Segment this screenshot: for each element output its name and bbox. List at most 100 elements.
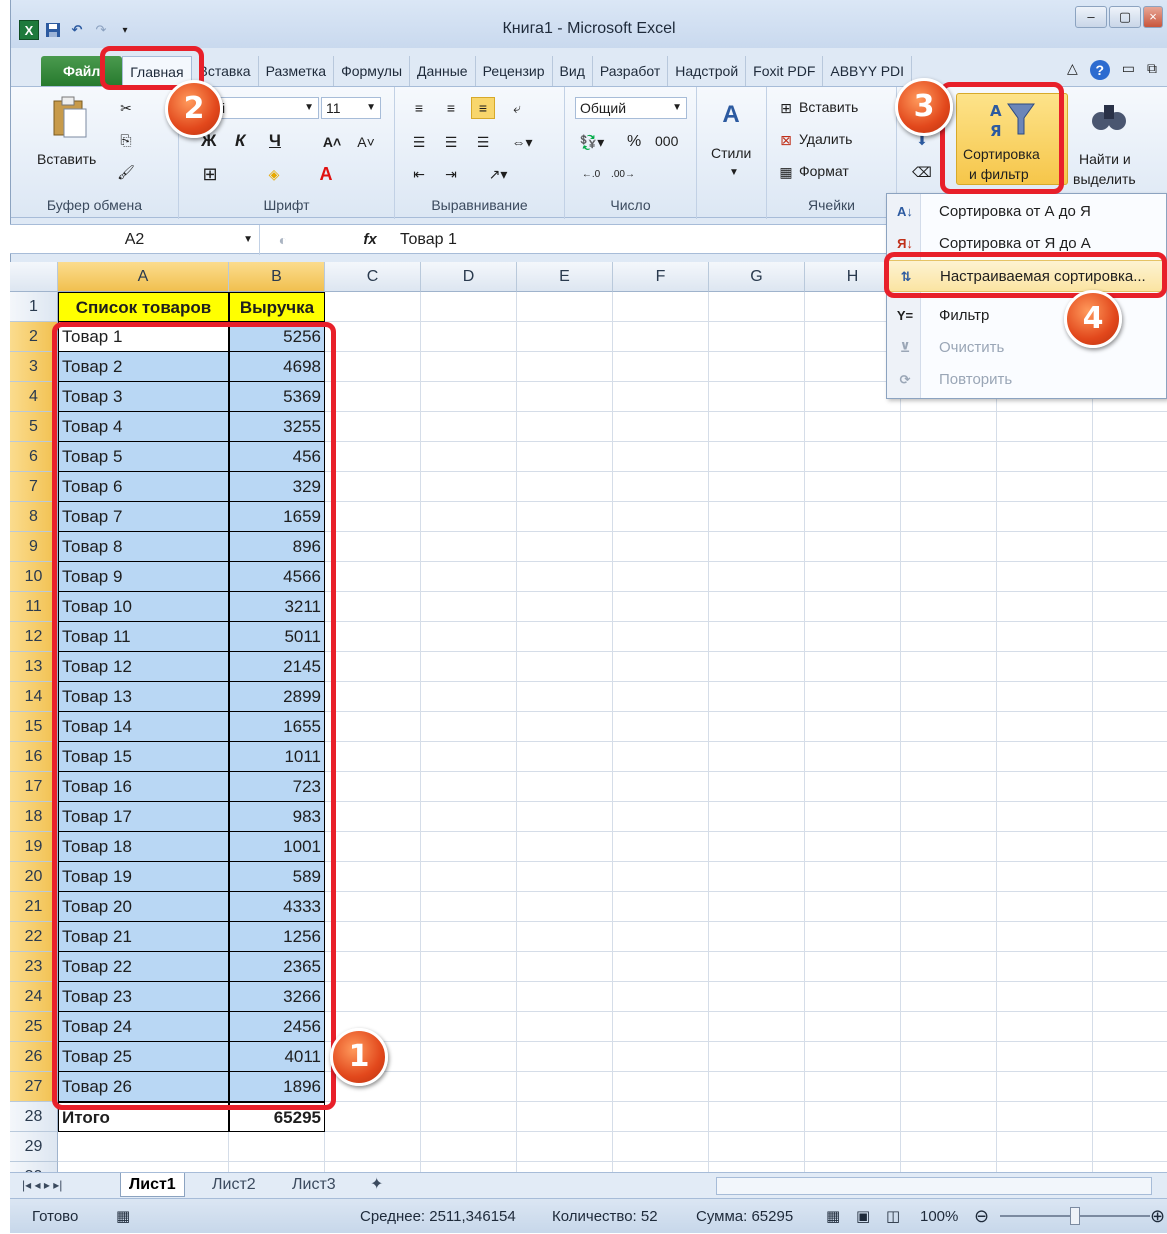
header-cell-a[interactable]: Список товаров bbox=[58, 292, 229, 322]
grid-cell[interactable] bbox=[421, 1042, 517, 1072]
number-format-combo[interactable]: Общий ▼ bbox=[575, 97, 687, 119]
grid-cell[interactable] bbox=[517, 862, 613, 892]
grid-cell[interactable] bbox=[1093, 532, 1167, 562]
tab-formulas[interactable]: Формулы bbox=[334, 56, 411, 86]
row-header[interactable]: 25 bbox=[10, 1012, 58, 1042]
page-layout-view-icon[interactable]: ▣ bbox=[856, 1199, 870, 1234]
grid-cell[interactable] bbox=[421, 472, 517, 502]
align-top-icon[interactable]: ≡ bbox=[407, 97, 431, 119]
grid-cell[interactable] bbox=[1093, 1102, 1167, 1132]
grid-cell[interactable] bbox=[613, 1042, 709, 1072]
grid-cell[interactable] bbox=[901, 832, 997, 862]
grid-cell[interactable] bbox=[901, 1132, 997, 1162]
grid-cell[interactable] bbox=[901, 982, 997, 1012]
grid-cell[interactable] bbox=[709, 892, 805, 922]
zoom-level[interactable]: 100% bbox=[920, 1199, 958, 1234]
grid-cell[interactable] bbox=[517, 922, 613, 952]
grid-cell[interactable] bbox=[901, 1042, 997, 1072]
grid-cell[interactable] bbox=[1093, 412, 1167, 442]
grid-cell[interactable] bbox=[1093, 682, 1167, 712]
tab-view[interactable]: Вид bbox=[553, 56, 593, 86]
grid-cell[interactable] bbox=[421, 382, 517, 412]
grid-cell[interactable] bbox=[709, 832, 805, 862]
sheet-nav-arrows-icon[interactable]: |◂ ◂ ▸ ▸| bbox=[14, 1173, 70, 1197]
grid-cell[interactable] bbox=[325, 502, 421, 532]
grid-cell[interactable] bbox=[517, 592, 613, 622]
minimize-button[interactable]: – bbox=[1075, 6, 1107, 28]
grid-cell[interactable] bbox=[613, 982, 709, 1012]
grid-cell[interactable] bbox=[325, 382, 421, 412]
grid-cell[interactable] bbox=[805, 1012, 901, 1042]
column-header-b[interactable]: B bbox=[229, 262, 325, 292]
grid-cell[interactable] bbox=[517, 712, 613, 742]
grid-cell[interactable] bbox=[613, 1012, 709, 1042]
grid-cell[interactable] bbox=[1093, 712, 1167, 742]
row-header[interactable]: 2 bbox=[10, 322, 58, 352]
grid-cell[interactable] bbox=[901, 1162, 997, 1172]
grid-cell[interactable] bbox=[421, 1102, 517, 1132]
grid-cell[interactable] bbox=[805, 562, 901, 592]
grid-cell[interactable] bbox=[709, 352, 805, 382]
tab-foxit-pdf[interactable]: Foxit PDF bbox=[746, 56, 824, 86]
fill-color-icon[interactable]: ◈ bbox=[263, 163, 285, 185]
row-header[interactable]: 4 bbox=[10, 382, 58, 412]
font-size-combo[interactable]: 11 ▼ bbox=[321, 97, 381, 119]
grid-cell[interactable] bbox=[613, 802, 709, 832]
grid-cell[interactable] bbox=[997, 652, 1093, 682]
grid-cell[interactable] bbox=[613, 1102, 709, 1132]
grid-cell[interactable] bbox=[517, 1072, 613, 1102]
grid-cell[interactable] bbox=[325, 862, 421, 892]
row-header[interactable]: 18 bbox=[10, 802, 58, 832]
grid-cell[interactable] bbox=[901, 712, 997, 742]
grid-cell[interactable] bbox=[805, 622, 901, 652]
grid-cell[interactable] bbox=[805, 862, 901, 892]
grid-cell[interactable] bbox=[901, 892, 997, 922]
grid-cell[interactable] bbox=[997, 1042, 1093, 1072]
grid-cell[interactable] bbox=[901, 862, 997, 892]
grid-cell[interactable] bbox=[997, 472, 1093, 502]
grid-cell[interactable] bbox=[325, 652, 421, 682]
grid-cell[interactable] bbox=[325, 412, 421, 442]
grid-cell[interactable] bbox=[517, 1012, 613, 1042]
grid-cell[interactable] bbox=[325, 982, 421, 1012]
grid-cell[interactable] bbox=[517, 412, 613, 442]
grid-cell[interactable] bbox=[613, 1072, 709, 1102]
grid-cell[interactable] bbox=[1093, 952, 1167, 982]
grid-cell[interactable] bbox=[1093, 622, 1167, 652]
grid-cell[interactable] bbox=[709, 682, 805, 712]
grid-cell[interactable] bbox=[517, 382, 613, 412]
column-header-a[interactable]: A bbox=[58, 262, 229, 292]
grid-cell[interactable] bbox=[421, 1072, 517, 1102]
grid-cell[interactable] bbox=[997, 442, 1093, 472]
grid-cell[interactable] bbox=[517, 442, 613, 472]
grid-cell[interactable] bbox=[805, 1072, 901, 1102]
grid-cell[interactable] bbox=[613, 562, 709, 592]
grid-cell[interactable] bbox=[901, 652, 997, 682]
grid-cell[interactable] bbox=[1093, 832, 1167, 862]
row-header[interactable]: 17 bbox=[10, 772, 58, 802]
grid-cell[interactable] bbox=[709, 742, 805, 772]
column-header-e[interactable]: E bbox=[517, 262, 613, 292]
grid-cell[interactable] bbox=[613, 1162, 709, 1172]
grid-cell[interactable] bbox=[901, 1072, 997, 1102]
grid-cell[interactable] bbox=[1093, 862, 1167, 892]
grid-cell[interactable] bbox=[1093, 502, 1167, 532]
grid-cell[interactable] bbox=[709, 502, 805, 532]
grid-cell[interactable] bbox=[325, 1102, 421, 1132]
grid-cell[interactable] bbox=[325, 562, 421, 592]
row-header[interactable]: 23 bbox=[10, 952, 58, 982]
align-middle-icon[interactable]: ≡ bbox=[439, 97, 463, 119]
grid-cell[interactable] bbox=[613, 832, 709, 862]
grid-cell[interactable] bbox=[901, 1102, 997, 1132]
column-header-c[interactable]: C bbox=[325, 262, 421, 292]
grid-cell[interactable] bbox=[709, 952, 805, 982]
font-color-icon[interactable]: A bbox=[315, 163, 337, 185]
row-header[interactable]: 15 bbox=[10, 712, 58, 742]
grid-cell[interactable] bbox=[325, 772, 421, 802]
grid-cell[interactable] bbox=[421, 622, 517, 652]
grid-cell[interactable] bbox=[421, 862, 517, 892]
grid-cell[interactable] bbox=[421, 1162, 517, 1172]
grid-cell[interactable] bbox=[613, 622, 709, 652]
grid-cell[interactable] bbox=[997, 622, 1093, 652]
decrease-indent-icon[interactable]: ⇤ bbox=[407, 163, 431, 185]
